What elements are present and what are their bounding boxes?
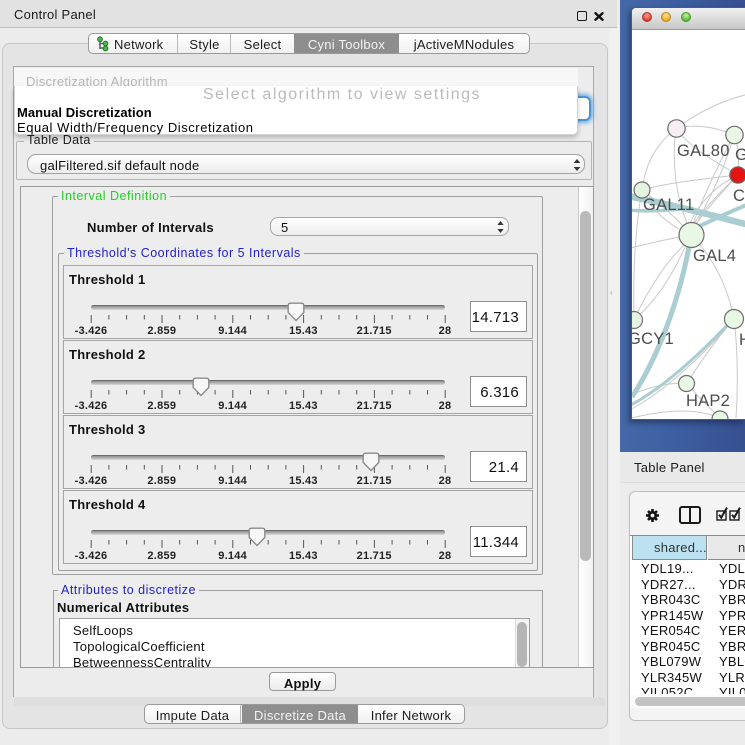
svg-text:GA: GA xyxy=(735,146,745,164)
svg-text:GAL80: GAL80 xyxy=(677,142,730,160)
svg-text:C: C xyxy=(733,187,745,205)
svg-text:HAP2: HAP2 xyxy=(686,392,730,410)
svg-text:H: H xyxy=(739,331,745,349)
svg-text:GAL11: GAL11 xyxy=(643,196,694,214)
svg-text:GCY1: GCY1 xyxy=(632,330,674,348)
svg-text:GAL4: GAL4 xyxy=(693,247,736,265)
